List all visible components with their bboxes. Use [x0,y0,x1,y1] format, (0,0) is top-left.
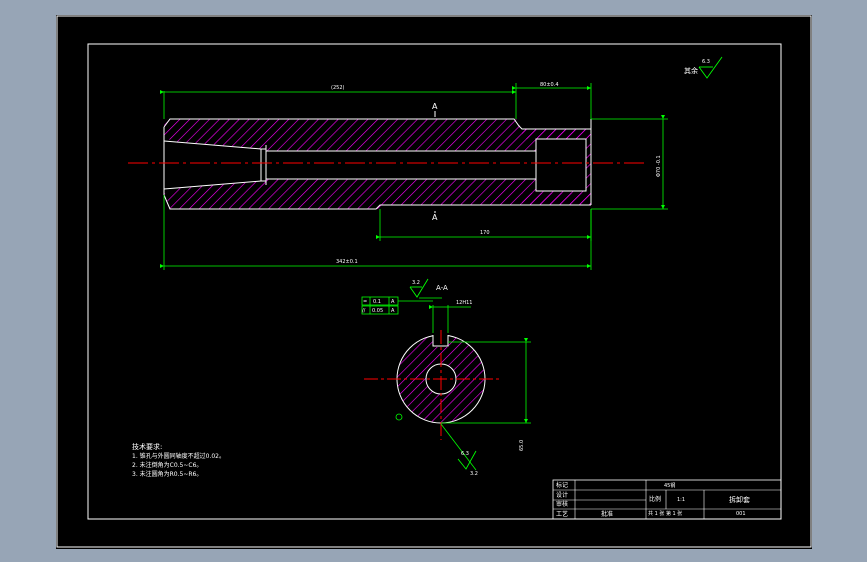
roughness-keyway-value: 3.2 [412,280,420,286]
cut-label-top: A [432,102,438,111]
notes-line3: 3. 未注圆角为R0.5~R6。 [132,470,202,478]
dim-342: 342±0.1 [336,259,358,265]
roughness-bore-value: 6.3 [461,451,469,457]
shaft-section-view [128,118,646,210]
dim-12h11: 12H11 [456,300,472,306]
tol1-value: 0.1 [373,299,381,305]
notes-title: 技术要求: [132,442,162,451]
main-view-dimensions: (252) 80±0.4 Φ70 -0.1 170 342±0.1 A A [160,82,668,270]
tol2-datum: A [391,308,395,314]
roughness-bore-value2: 3.2 [470,471,478,477]
tb-code: 001 [736,511,746,517]
dim-65: 65.0 [519,440,525,451]
dim-diameter: Φ70 -0.1 [656,155,662,177]
drawing-canvas[interactable]: (252) 80±0.4 Φ70 -0.1 170 342±0.1 A A 其余… [56,15,812,549]
counterbore [535,138,587,192]
notes-line2: 2. 未注倒角为C0.5~C6。 [132,461,202,469]
tb-sheet: 共 1 张 第 1 张 [648,510,682,517]
tb-approve: 批准 [601,510,613,518]
dim-80: 80±0.4 [540,82,559,88]
tb-scale-label: 比例 [649,495,661,503]
tb-scale: 1:1 [677,497,685,503]
technical-notes: 技术要求: 1. 锥孔与外圆同轴度不超过0.02。 2. 未注倒角为C0.5~C… [132,442,225,478]
title-block: 标记 设计 审核 工艺 批准 45钢 比例 1:1 拆卸套 共 1 张 第 1 … [552,479,782,520]
section-aa-label: A-A [436,284,448,292]
tb-row1: 标记 [556,481,568,489]
cad-viewport[interactable]: (252) 80±0.4 Φ70 -0.1 170 342±0.1 A A 其余… [56,15,812,549]
tb-name: 拆卸套 [729,495,750,504]
tolerance-frames: = 0.1 A // 0.05 A [361,296,433,315]
roughness-rest: 其余 6.3 [684,56,723,79]
cut-label-bottom: A [432,213,438,222]
dim-252: (252) [331,85,344,91]
tb-material: 45钢 [664,482,675,489]
tol1-symbol: = [363,299,367,305]
tol2-value: 0.05 [372,308,383,314]
tb-row3: 审核 [556,500,568,508]
notes-line1: 1. 锥孔与外圆同轴度不超过0.02。 [132,452,225,460]
tol1-datum: A [391,299,395,305]
roughness-rest-value: 6.3 [702,59,710,65]
tol2-symbol: // [362,308,366,314]
dim-170: 170 [480,230,490,236]
tb-row2: 设计 [556,491,568,499]
tb-row4: 工艺 [556,510,568,518]
roughness-rest-label: 其余 [684,66,698,75]
